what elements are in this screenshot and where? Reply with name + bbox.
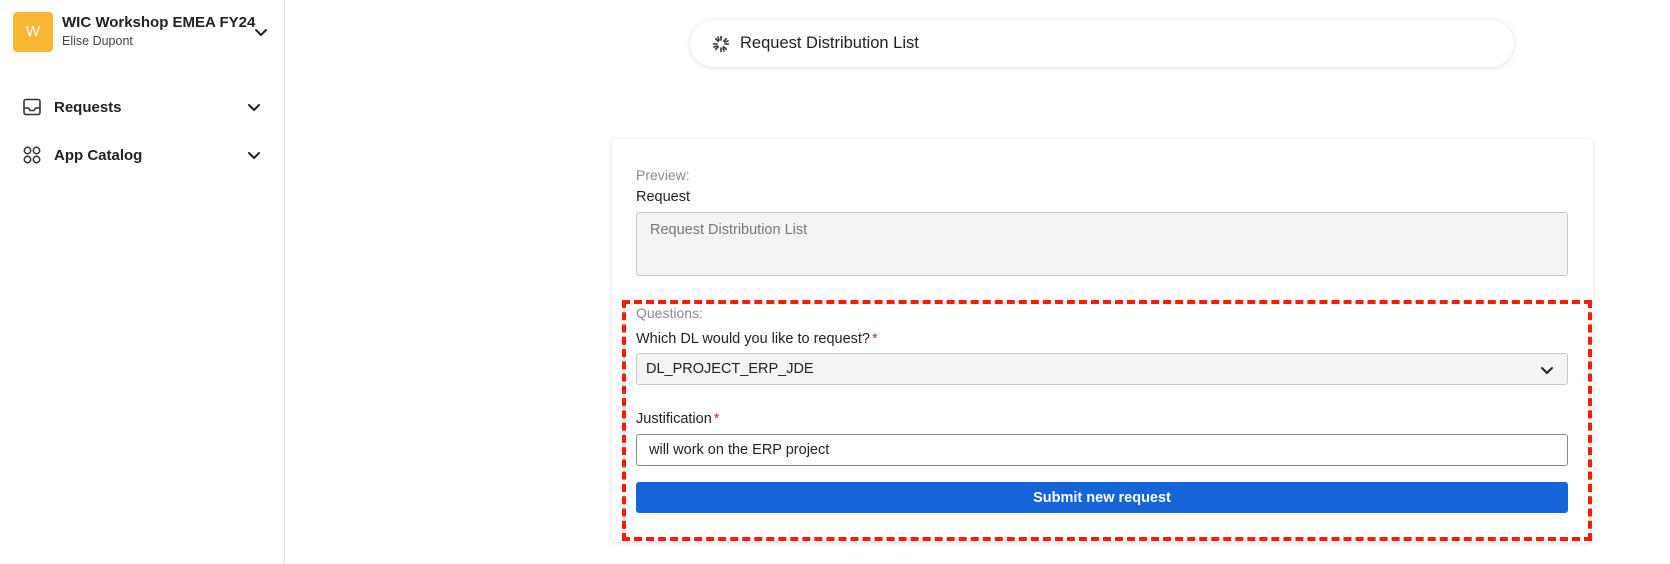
workspace-name: WIC Workshop EMEA FY24 (62, 14, 256, 31)
dl-question-label: Which DL would you like to request? * (636, 331, 878, 347)
justification-input[interactable]: will work on the ERP project (636, 434, 1568, 466)
inbox-icon (23, 98, 41, 116)
sidebar-item-app-catalog[interactable]: App Catalog (22, 142, 262, 168)
request-form-card: Preview: Request Request Distribution Li… (612, 139, 1593, 542)
sidebar-item-label: App Catalog (54, 146, 143, 164)
questions-label: Questions: (636, 305, 703, 321)
request-label: Request (636, 189, 691, 205)
workspace-user: Elise Dupont (62, 34, 133, 48)
dl-select-value: DL_PROJECT_ERP_JDE (646, 361, 814, 377)
request-field-value: Request Distribution List (650, 222, 808, 238)
chevron-down-icon[interactable] (246, 99, 262, 115)
page-title-bar: Request Distribution List (690, 20, 1514, 67)
chevron-down-icon[interactable] (253, 24, 269, 40)
justification-label: Justification * (636, 411, 719, 427)
dl-question-text: Which DL would you like to request? (636, 331, 870, 347)
preview-label: Preview: (636, 167, 690, 183)
workspace-info: WIC Workshop EMEA FY24 Elise Dupont (62, 14, 255, 49)
workspace-avatar: W (13, 11, 53, 52)
justification-text: Justification (636, 411, 712, 427)
apps-grid-icon (23, 146, 41, 164)
spinner-icon (712, 35, 730, 52)
required-mark: * (713, 411, 720, 427)
required-mark: * (872, 331, 878, 347)
page-title: Request Distribution List (740, 34, 919, 52)
chevron-down-icon[interactable] (246, 147, 262, 163)
sidebar-item-label: Requests (54, 98, 122, 116)
submit-request-button[interactable]: Submit new request (636, 482, 1568, 513)
justification-value: will work on the ERP project (649, 442, 830, 458)
sidebar-item-requests[interactable]: Requests (22, 94, 262, 120)
app-root: W WIC Workshop EMEA FY24 Elise Dupont Re… (0, 0, 1670, 564)
workspace-switcher[interactable]: W WIC Workshop EMEA FY24 Elise Dupont (13, 11, 273, 52)
sidebar: W WIC Workshop EMEA FY24 Elise Dupont Re… (0, 0, 285, 564)
chevron-down-icon (1541, 367, 1553, 374)
dl-select[interactable]: DL_PROJECT_ERP_JDE (636, 353, 1568, 385)
request-field: Request Distribution List (636, 212, 1568, 276)
